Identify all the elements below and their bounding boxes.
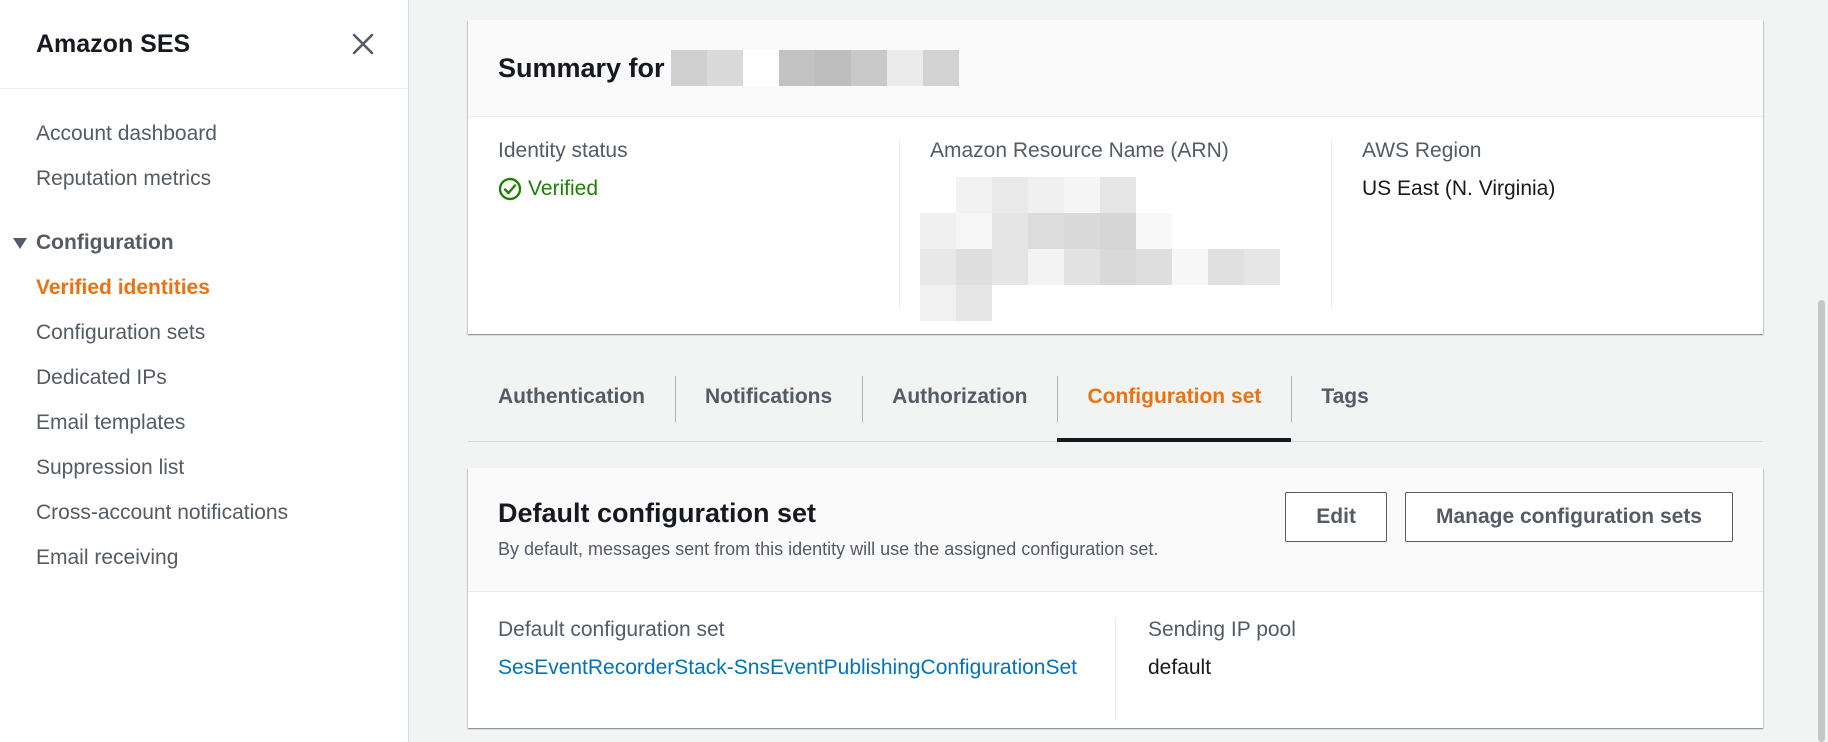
config-panel-description: By default, messages sent from this iden…: [498, 539, 1159, 559]
sidebar-nav-list: Account dashboard Reputation metrics Con…: [0, 89, 408, 580]
ip-pool-column: Sending IP pool default: [1115, 618, 1763, 720]
identity-status-label: Identity status: [498, 139, 628, 162]
check-circle-icon: [498, 177, 522, 201]
config-panel-actions: Edit Manage configuration sets: [1285, 492, 1733, 542]
identity-status-column: Identity status Verified: [468, 139, 899, 309]
region-label: AWS Region: [1362, 139, 1482, 162]
sidebar-item-configuration-sets[interactable]: Configuration sets: [0, 310, 408, 355]
manage-configuration-sets-button[interactable]: Manage configuration sets: [1404, 492, 1733, 542]
tab-label: Authorization: [892, 384, 1028, 408]
sidebar-section-label: Configuration: [36, 230, 174, 254]
tab-notifications[interactable]: Notifications: [675, 372, 862, 441]
page-scrollbar[interactable]: [1814, 0, 1828, 742]
sidebar-item-suppression-list[interactable]: Suppression list: [0, 445, 408, 490]
sidebar-section-configuration[interactable]: Configuration: [0, 220, 408, 265]
sidebar-header: Amazon SES: [0, 0, 408, 89]
ip-pool-label: Sending IP pool: [1148, 618, 1296, 641]
ip-pool-value: default: [1148, 656, 1212, 679]
tab-label: Configuration set: [1087, 384, 1262, 408]
region-column: AWS Region US East (N. Virginia): [1331, 139, 1763, 309]
default-set-column: Default configuration set SesEventRecord…: [468, 618, 1115, 720]
default-configuration-set-panel: Default configuration set By default, me…: [468, 468, 1763, 728]
sidebar-item-dedicated-ips[interactable]: Dedicated IPs: [0, 355, 408, 400]
summary-panel: Summary for Identity status Verified Ama…: [468, 20, 1763, 334]
config-panel-header: Default configuration set By default, me…: [468, 468, 1763, 592]
tab-label: Tags: [1321, 384, 1369, 408]
summary-body: Identity status Verified Amazon Resource…: [468, 117, 1763, 321]
sidebar-item-reputation-metrics[interactable]: Reputation metrics: [0, 156, 408, 201]
tab-label: Notifications: [705, 384, 833, 408]
arn-column: Amazon Resource Name (ARN): [899, 139, 1331, 321]
sidebar-item-email-templates[interactable]: Email templates: [0, 400, 408, 445]
identity-tabs: Authentication Notifications Authorizati…: [468, 372, 1763, 442]
sidebar-item-verified-identities[interactable]: Verified identities: [0, 265, 408, 310]
tab-configuration-set[interactable]: Configuration set: [1057, 372, 1292, 442]
edit-button[interactable]: Edit: [1285, 492, 1387, 542]
sidebar-item-email-receiving[interactable]: Email receiving: [0, 535, 408, 580]
redacted-arn-value: [920, 177, 1331, 321]
tab-tags[interactable]: Tags: [1291, 372, 1398, 441]
default-set-link[interactable]: SesEventRecorderStack-SnsEventPublishing…: [498, 656, 1077, 679]
region-value: US East (N. Virginia): [1362, 177, 1556, 200]
identity-status-value: Verified: [528, 177, 599, 200]
redacted-identity-name: [670, 50, 959, 86]
main-content: Summary for Identity status Verified Ama…: [410, 0, 1828, 742]
service-title[interactable]: Amazon SES: [36, 30, 190, 59]
sidebar-item-cross-account-notifications[interactable]: Cross-account notifications: [0, 490, 408, 535]
verified-status: Verified: [498, 177, 899, 201]
summary-header: Summary for: [468, 20, 1763, 117]
scrollbar-thumb[interactable]: [1818, 300, 1825, 742]
tab-authentication[interactable]: Authentication: [468, 372, 675, 441]
caret-down-icon: [8, 231, 32, 255]
side-navigation: Amazon SES Account dashboard Reputation …: [0, 0, 409, 742]
close-icon[interactable]: [348, 29, 378, 59]
sidebar-item-account-dashboard[interactable]: Account dashboard: [0, 111, 408, 156]
tab-authorization[interactable]: Authorization: [862, 372, 1057, 441]
default-set-label: Default configuration set: [498, 618, 725, 641]
tab-label: Authentication: [498, 384, 645, 408]
config-panel-body: Default configuration set SesEventRecord…: [468, 592, 1763, 720]
summary-title: Summary for: [498, 52, 665, 83]
arn-label: Amazon Resource Name (ARN): [930, 139, 1229, 162]
